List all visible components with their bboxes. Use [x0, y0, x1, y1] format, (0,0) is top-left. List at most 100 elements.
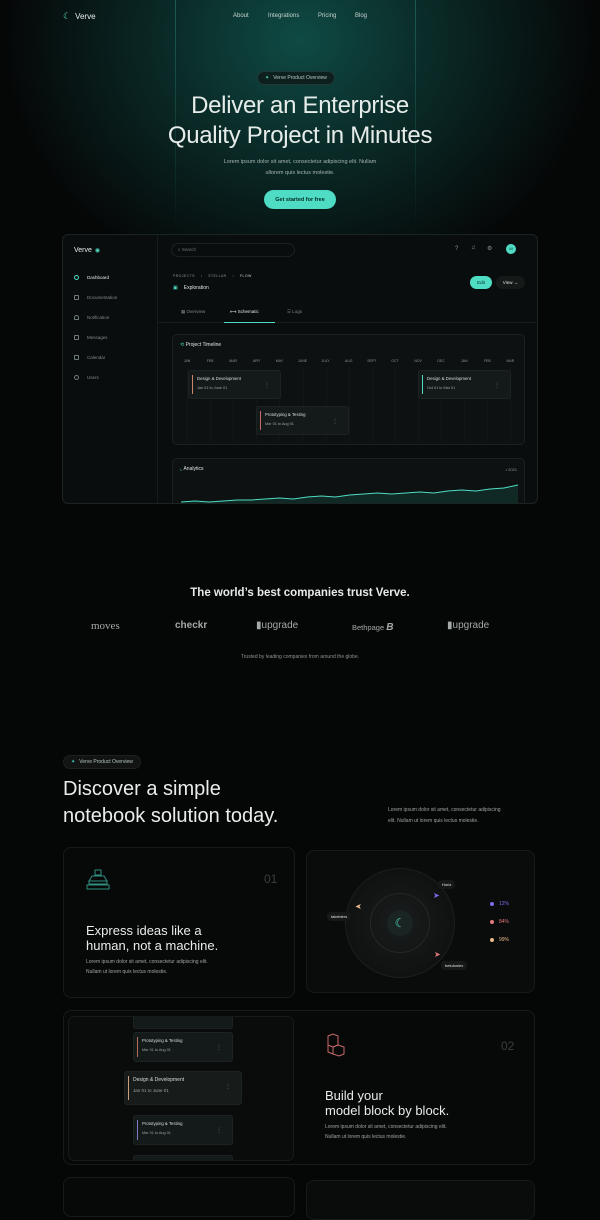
search-input[interactable]: ⌕ Search: [171, 243, 295, 257]
tab-logs[interactable]: ☰ Logs: [287, 309, 302, 315]
help-icon[interactable]: ?: [455, 246, 458, 252]
more-icon[interactable]: ⋮: [216, 1127, 222, 1134]
logo-text: upgrade: [261, 620, 299, 631]
tab-label: Logs: [292, 309, 303, 314]
view-button[interactable]: View →: [496, 276, 525, 289]
desc-line: Nullam ut lorem quis lectus molestie.: [325, 1134, 407, 1140]
timeline-task[interactable]: Design & Development Jan 01 to June 01 ⋮: [188, 370, 281, 399]
bell-icon[interactable]: ♫: [471, 245, 476, 251]
logo-moves: moves: [91, 620, 120, 632]
grid-line: [394, 367, 396, 442]
task-card[interactable]: Design & Development Jan 01 to June 01 ⋮: [124, 1071, 242, 1105]
nav-integrations[interactable]: Integrations: [268, 13, 299, 19]
brand-logo[interactable]: ☾ Verve: [63, 11, 96, 22]
feature-card-2: Prototyping & Testing Mar 01 to Aug 01 ⋮ D…: [63, 1010, 535, 1165]
sidebar-item-documentation[interactable]: Documentation: [74, 295, 117, 300]
more-icon[interactable]: ⋮: [225, 1083, 231, 1090]
avatar[interactable]: M: [506, 244, 516, 254]
moon-icon: ☾: [387, 910, 413, 936]
tab-overview[interactable]: ▦ Overview: [181, 309, 205, 315]
get-started-button[interactable]: Get started for free: [264, 190, 336, 209]
sidebar-label: Users: [87, 375, 99, 380]
task-title: Prototyping & Testing: [142, 1038, 183, 1043]
feature-description: Lorem ipsum dolor sit amet, consectetur …: [86, 957, 208, 977]
document-icon: [74, 295, 79, 300]
task-dates: Mar 01 to Aug 01: [142, 1131, 171, 1135]
pyramid-icon: [86, 869, 110, 890]
timeline-task[interactable]: Prototyping & Testing Mar 01 to Aug 01 ⋮: [256, 406, 349, 435]
breadcrumb-item[interactable]: STELLAR: [208, 274, 226, 278]
more-icon[interactable]: ⋮: [264, 382, 270, 389]
schematic-icon: ⟷: [230, 309, 238, 314]
task-accent: [128, 1076, 129, 1100]
tab-schematic[interactable]: ⟷ Schematic: [224, 309, 275, 323]
nav-pricing[interactable]: Pricing: [318, 13, 336, 19]
legend-item: 84%: [490, 919, 509, 925]
task-dates: Jan 01 to June 01: [133, 1088, 169, 1093]
legend-item: 12%: [490, 901, 509, 907]
sidebar-label: Documentation: [87, 295, 118, 300]
feature-title: Express ideas like a human, not a machine…: [86, 923, 218, 953]
legend-dot: [490, 902, 494, 906]
breadcrumb-item[interactable]: PROJECTS: [173, 274, 195, 278]
feature-number: 02: [501, 1039, 515, 1053]
month-label: MAR: [229, 359, 238, 363]
task-stack-preview: Prototyping & Testing Mar 01 to Aug 01 ⋮ D…: [68, 1016, 294, 1161]
more-icon[interactable]: ⋮: [332, 418, 338, 425]
sidebar-item-dashboard[interactable]: Dashboard: [74, 275, 109, 280]
sidebar-item-notification[interactable]: Notification: [74, 315, 109, 320]
legend-label: 84%: [499, 919, 510, 925]
more-icon[interactable]: ⋮: [216, 1044, 222, 1051]
message-icon: [74, 335, 79, 340]
breadcrumb: PROJECTS / STELLAR / FLOW: [173, 274, 252, 278]
month-label: DEC: [437, 359, 445, 363]
tab-label: Overview: [186, 309, 206, 314]
desc-line: elit. Nullam ut lorem quis lectus molest…: [388, 818, 479, 824]
task-card[interactable]: Prototyping & Testing Mar 01 to Aug 01 ⋮: [133, 1115, 233, 1145]
analytics-year[interactable]: • 2021: [506, 467, 517, 472]
sidebar-item-messages[interactable]: Messages: [74, 335, 108, 340]
task-accent: [260, 411, 261, 430]
month-label: MAR: [506, 359, 515, 363]
analytics-card: ⌞ Analytics • 2021: [172, 458, 525, 503]
year-label: 2021: [508, 467, 517, 472]
brand-name: Verve: [75, 12, 96, 21]
timeline-task[interactable]: Design & Development Oct 01 to Mar 01 ⋮: [418, 370, 511, 399]
nav-blog[interactable]: Blog: [355, 13, 367, 19]
orbit-legend: 12% 84% 99%: [490, 901, 509, 943]
calendar-icon: [74, 355, 79, 360]
breadcrumb-sep: /: [200, 274, 203, 278]
task-title: Design & Development: [427, 376, 471, 381]
legend-item: 99%: [490, 937, 509, 943]
features-title: Discover a simple notebook solution today…: [63, 776, 278, 830]
logo-text: Bethpage: [352, 623, 385, 632]
desc-line: Lorem ipsum dolor sit amet, consectetur …: [325, 1124, 447, 1130]
analytics-title: ⌞ Analytics: [180, 466, 203, 472]
more-icon[interactable]: ⋮: [494, 382, 500, 389]
hero-badge: ✦ Verve Product Overview: [257, 71, 335, 85]
month-label: JULY: [321, 359, 330, 363]
month-label: APR: [252, 359, 260, 363]
sidebar-label: Messages: [87, 335, 108, 340]
month-label: JAN: [460, 359, 468, 363]
sidebar-item-users[interactable]: Users: [74, 375, 99, 380]
trust-caption: Trusted by leading companies from around…: [240, 654, 360, 660]
dashboard-preview: Verve ◉ Dashboard Documentation Notificat…: [62, 234, 538, 504]
feature-card-3: [63, 1177, 295, 1217]
trust-title: The world’s best companies trust Verve.: [190, 587, 410, 599]
month-label: FEB: [483, 359, 491, 363]
sidebar-item-calendar[interactable]: Calendar: [74, 355, 105, 360]
timeline-title-text: Project Timeline: [185, 342, 222, 348]
task-accent: [137, 1120, 138, 1140]
dashboard-brand: Verve ◉: [74, 247, 100, 254]
features-badge: ✦ Verve Product Overview: [63, 755, 141, 769]
task-title: Prototyping & Testing: [265, 412, 306, 417]
sidebar-label: Notification: [87, 315, 110, 320]
features-title-line1: Discover a simple: [63, 778, 221, 800]
sparkle-icon: ✦: [71, 759, 76, 765]
month-label: SEPT: [367, 359, 377, 363]
edit-button[interactable]: Edit: [470, 276, 492, 289]
gear-icon[interactable]: ⚙: [487, 245, 492, 252]
nav-about[interactable]: About: [233, 13, 249, 19]
task-card[interactable]: Prototyping & Testing Mar 01 to Aug 01 ⋮: [133, 1032, 233, 1062]
